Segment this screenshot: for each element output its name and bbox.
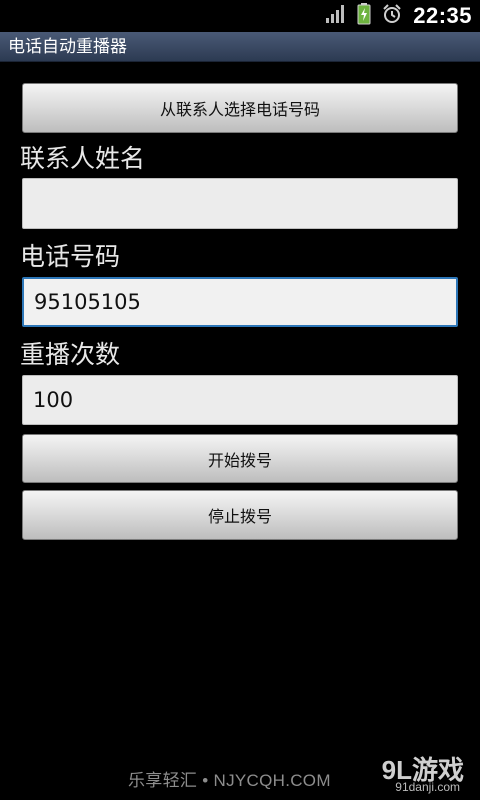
redial-count-input[interactable]: 100 [22, 375, 458, 425]
logo-domain: 91danji.com [395, 780, 460, 794]
battery-icon [357, 3, 371, 29]
phone-number-input[interactable]: 95105105 [22, 277, 458, 327]
redial-count-label: 重播次数 [20, 340, 121, 369]
contact-name-label: 联系人姓名 [20, 144, 146, 173]
watermark-text: 乐享轻汇 • NJYCQH.COM [128, 771, 331, 790]
signal-icon [325, 4, 347, 28]
stop-dial-button[interactable]: 停止拨号 [22, 490, 458, 540]
app-screen: 22:35 电话自动重播器 从联系人选择电话号码 联系人姓名 电话号码 9510… [0, 0, 480, 800]
app-title: 电话自动重播器 [0, 32, 480, 62]
contact-name-input[interactable] [22, 178, 458, 229]
status-time: 22:35 [413, 3, 472, 28]
status-icons: 22:35 [325, 2, 472, 30]
watermark-logo: 9L游戏 91danji.com [374, 750, 464, 796]
alarm-icon [381, 3, 403, 29]
status-bar: 22:35 [0, 0, 480, 32]
phone-number-label: 电话号码 [20, 242, 121, 271]
start-dial-button[interactable]: 开始拨号 [22, 434, 458, 483]
select-contact-button[interactable]: 从联系人选择电话号码 [22, 83, 458, 133]
